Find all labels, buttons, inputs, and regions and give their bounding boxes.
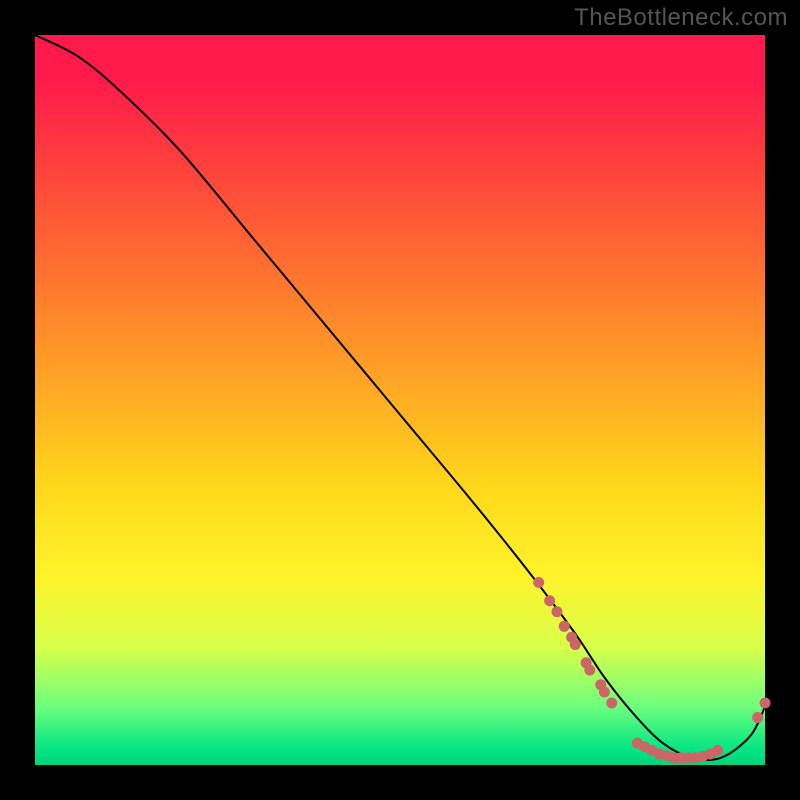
data-point xyxy=(712,745,723,756)
data-point xyxy=(544,595,555,606)
chart-frame: TheBottleneck.com xyxy=(0,0,800,800)
data-point xyxy=(599,687,610,698)
plot-area xyxy=(35,35,765,765)
watermark-text: TheBottleneck.com xyxy=(574,4,788,32)
data-point xyxy=(559,621,570,632)
data-point xyxy=(533,577,544,588)
data-point xyxy=(606,697,617,708)
data-point xyxy=(760,697,771,708)
data-point xyxy=(584,665,595,676)
data-markers xyxy=(533,577,770,763)
data-point xyxy=(752,712,763,723)
data-point xyxy=(551,606,562,617)
chart-svg xyxy=(35,35,765,765)
bottleneck-curve xyxy=(35,35,765,760)
data-point xyxy=(570,639,581,650)
